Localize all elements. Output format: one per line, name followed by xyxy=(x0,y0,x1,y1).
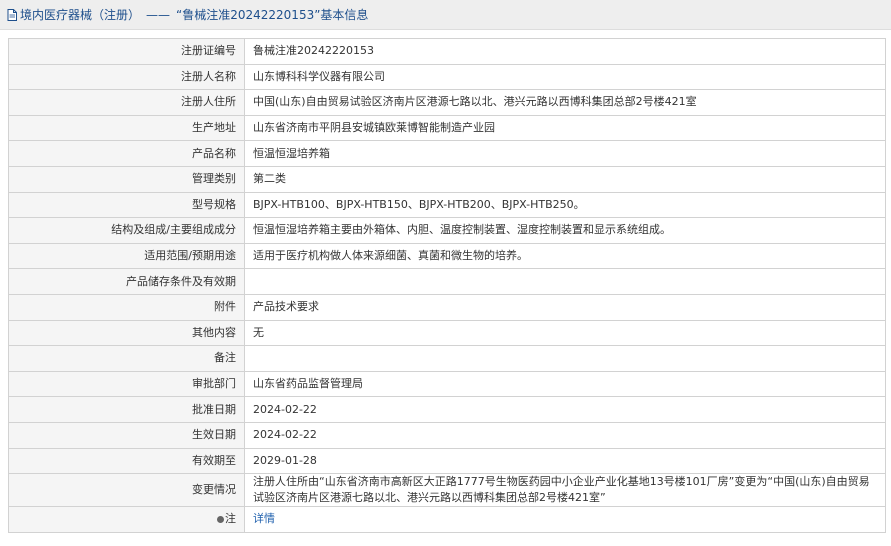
note-value-cell: 详情 xyxy=(244,506,886,533)
row-label: 有效期至 xyxy=(8,447,245,475)
header-category: 境内医疗器械（注册） xyxy=(20,8,141,22)
table-row: 结构及组成/主要组成成分 恒温恒湿培养箱主要由外箱体、内胆、温度控制装置、湿度控制… xyxy=(8,217,886,244)
row-label: 产品名称 xyxy=(8,140,245,167)
header-record-title: “鲁械注准20242220153”基本信息 xyxy=(176,8,369,22)
row-label: 备注 xyxy=(8,345,245,372)
header-separator: —— xyxy=(146,7,171,22)
row-value: 第二类 xyxy=(244,165,886,193)
row-label: 审批部门 xyxy=(8,370,245,398)
row-value: 2024-02-22 xyxy=(244,396,886,423)
row-label: 注册证编号 xyxy=(8,38,245,65)
table-row-note: 注 详情 xyxy=(8,506,886,533)
row-label: 注册人名称 xyxy=(8,63,245,91)
row-label: 注册人住所 xyxy=(8,89,245,116)
table-row: 变更情况 注册人住所由“山东省济南市高新区大正路1777号生物医药园中小企业产业化… xyxy=(8,473,886,508)
row-value: 山东省药品监督管理局 xyxy=(244,370,886,398)
row-label: 型号规格 xyxy=(8,191,245,219)
row-value: 恒温恒湿培养箱主要由外箱体、内胆、温度控制装置、湿度控制装置和显示系统组成。 xyxy=(244,217,886,244)
table-row: 注册人名称 山东博科科学仪器有限公司 xyxy=(8,63,886,91)
row-label: 生产地址 xyxy=(8,114,245,142)
row-value: 适用于医疗机构做人体来源细菌、真菌和微生物的培养。 xyxy=(244,242,886,270)
row-label: 管理类别 xyxy=(8,165,245,193)
row-value: 山东博科科学仪器有限公司 xyxy=(244,63,886,91)
table-row: 注册人住所 中国(山东)自由贸易试验区济南片区港源七路以北、港兴元路以西博科集团总… xyxy=(8,89,886,116)
table-row: 产品储存条件及有效期 xyxy=(8,268,886,295)
table-row: 管理类别 第二类 xyxy=(8,165,886,193)
note-label-wrap: 注 xyxy=(217,511,236,527)
row-label: 适用范围/预期用途 xyxy=(8,242,245,270)
page-header: 境内医疗器械（注册） —— “鲁械注准20242220153”基本信息 xyxy=(0,0,891,30)
row-value: 中国(山东)自由贸易试验区济南片区港源七路以北、港兴元路以西博科集团总部2号楼4… xyxy=(244,89,886,116)
row-value: BJPX-HTB100、BJPX-HTB150、BJPX-HTB200、BJPX… xyxy=(244,191,886,219)
table-row: 型号规格 BJPX-HTB100、BJPX-HTB150、BJPX-HTB200、… xyxy=(8,191,886,219)
note-label-cell: 注 xyxy=(8,506,245,533)
row-label: 产品储存条件及有效期 xyxy=(8,268,245,295)
row-label: 附件 xyxy=(8,293,245,321)
row-value: 注册人住所由“山东省济南市高新区大正路1777号生物医药园中小企业产业化基地13… xyxy=(244,473,886,508)
row-value xyxy=(244,268,886,295)
table-row: 生产地址 山东省济南市平阴县安城镇欧莱博智能制造产业园 xyxy=(8,114,886,142)
row-value: 恒温恒湿培养箱 xyxy=(244,140,886,167)
row-label: 结构及组成/主要组成成分 xyxy=(8,217,245,244)
row-value: 鲁械注准20242220153 xyxy=(244,38,886,65)
table-row: 生效日期 2024-02-22 xyxy=(8,421,886,449)
row-value: 无 xyxy=(244,319,886,347)
info-table: 注册证编号 鲁械注准20242220153 注册人名称 山东博科科学仪器有限公司 注… xyxy=(8,38,886,533)
row-value: 2029-01-28 xyxy=(244,447,886,475)
table-row: 适用范围/预期用途 适用于医疗机构做人体来源细菌、真菌和微生物的培养。 xyxy=(8,242,886,270)
table-row: 注册证编号 鲁械注准20242220153 xyxy=(8,38,886,65)
bullet-dot-icon xyxy=(217,515,224,523)
table-row: 其他内容无 xyxy=(8,319,886,347)
row-value: 2024-02-22 xyxy=(244,421,886,449)
table-row: 附件 产品技术要求 xyxy=(8,293,886,321)
row-label: 其他内容 xyxy=(8,319,245,347)
table-row: 备注 xyxy=(8,345,886,372)
table-row: 批准日期 2024-02-22 xyxy=(8,396,886,423)
row-label: 变更情况 xyxy=(8,473,245,508)
table-row: 产品名称 恒温恒湿培养箱 xyxy=(8,140,886,167)
row-label: 批准日期 xyxy=(8,396,245,423)
table-row: 审批部门 山东省药品监督管理局 xyxy=(8,370,886,398)
note-label: 注 xyxy=(225,512,236,526)
table-row: 有效期至 2029-01-28 xyxy=(8,447,886,475)
document-icon xyxy=(7,8,17,21)
detail-link[interactable]: 详情 xyxy=(253,512,275,525)
row-value xyxy=(244,345,886,372)
row-value: 山东省济南市平阴县安城镇欧莱博智能制造产业园 xyxy=(244,114,886,142)
row-value: 产品技术要求 xyxy=(244,293,886,321)
row-label: 生效日期 xyxy=(8,421,245,449)
